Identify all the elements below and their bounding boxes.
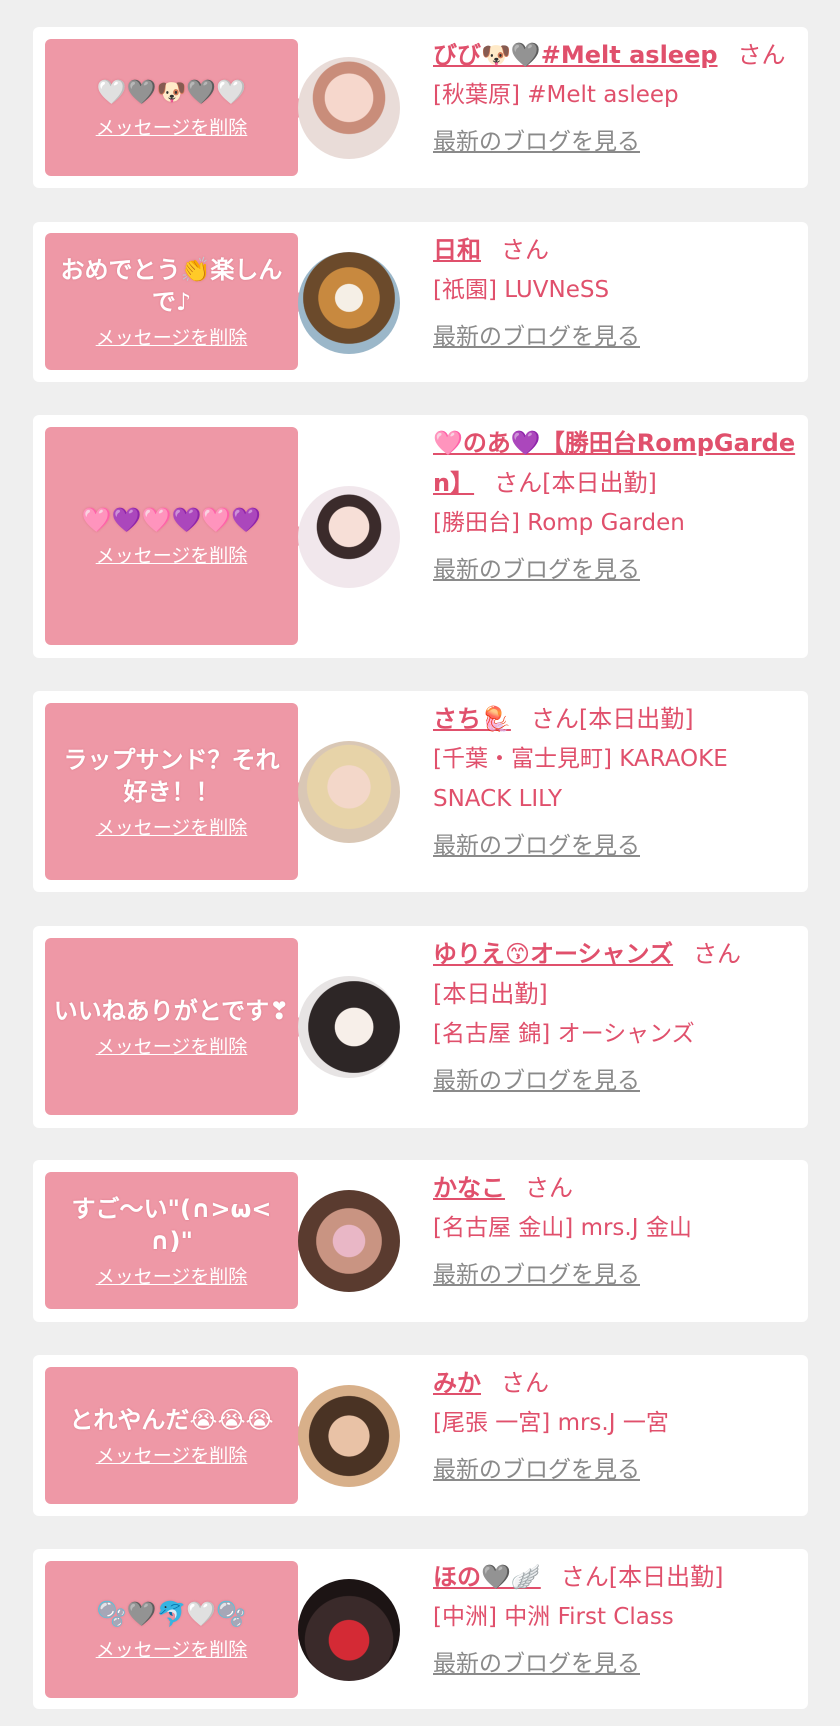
latest-blog-link[interactable]: 最新のブログを見る: [433, 829, 640, 863]
message-card: とれやんだ😭😭😭 メッセージを削除 みか さん [尾張 一宮] mrs.J 一宮 …: [33, 1355, 808, 1516]
message-bubble: 🩷💜🩷💜🩷💜 メッセージを削除: [45, 427, 308, 645]
profile-info: ほの🩶🪽 さん[本日出勤] [中洲] 中洲 First Class 最新のブログを…: [433, 1557, 808, 1681]
name-line: 🩷のあ💜【勝田台RompGarden】 さん[本日出勤]: [433, 423, 808, 503]
name-line: かなこ さん: [433, 1168, 808, 1208]
honorific: さん: [737, 41, 786, 69]
profile-info: さち🪼 さん[本日出勤] [千葉・富士見町] KARAOKE SNACK LILY…: [433, 699, 808, 863]
delete-message-link[interactable]: メッセージを削除: [96, 1265, 248, 1289]
delete-message-link[interactable]: メッセージを削除: [96, 816, 248, 840]
profile-info: ゆりえ😙オーシャンズ さん [本日出勤] [名古屋 錦] オーシャンズ 最新のブログ…: [433, 934, 808, 1098]
message-card: ラップサンド？それ好き！！ メッセージを削除 さち🪼 さん[本日出勤] [千葉・富…: [33, 691, 808, 892]
profile-info: みか さん [尾張 一宮] mrs.J 一宮 最新のブログを見る: [433, 1363, 808, 1487]
profile-info: 🩷のあ💜【勝田台RompGarden】 さん[本日出勤] [勝田台] Romp G…: [433, 423, 808, 587]
name-line: びび🐶🩶#Melt asleep さん: [433, 35, 808, 75]
message-text: 🫧🩶🐬🤍🫧: [96, 1599, 247, 1628]
avatar[interactable]: [298, 57, 400, 159]
message-bubble: とれやんだ😭😭😭 メッセージを削除: [45, 1367, 308, 1504]
message-bubble: 🤍🩶🐶🩶🤍 メッセージを削除: [45, 39, 308, 176]
message-text: すご〜い"(∩>ω<∩)": [71, 1194, 272, 1255]
profile-name-link[interactable]: ほの🩶🪽: [433, 1563, 541, 1591]
message-card: おめでとう👏楽しんで♪ メッセージを削除 日和 さん [祇園] LUVNeSS 最…: [33, 222, 808, 382]
profile-info: 日和 さん [祇園] LUVNeSS 最新のブログを見る: [433, 230, 808, 354]
message-text: ラップサンド？それ好き！！: [63, 745, 280, 806]
delete-message-link[interactable]: メッセージを削除: [96, 1035, 248, 1059]
status-text: [本日出勤]: [608, 1563, 724, 1591]
avatar[interactable]: [298, 976, 400, 1078]
delete-message-link[interactable]: メッセージを削除: [96, 116, 248, 140]
shop-name: [祇園] LUVNeSS: [433, 277, 610, 303]
honorific: さん: [501, 1369, 549, 1397]
latest-blog-link[interactable]: 最新のブログを見る: [433, 320, 640, 354]
shop-name: [名古屋 錦] オーシャンズ: [433, 1021, 695, 1047]
profile-name-link[interactable]: かなこ: [433, 1174, 505, 1202]
honorific: さん: [525, 1174, 573, 1202]
shop-name: [千葉・富士見町] KARAOKE SNACK LILY: [433, 746, 728, 812]
name-line: さち🪼 さん[本日出勤]: [433, 699, 808, 739]
profile-name-link[interactable]: さち🪼: [433, 705, 511, 733]
message-text: とれやんだ😭😭😭: [69, 1405, 274, 1434]
profile-name-link[interactable]: びび🐶🩶#Melt asleep: [433, 41, 718, 69]
profile-info: かなこ さん [名古屋 金山] mrs.J 金山 最新のブログを見る: [433, 1168, 808, 1292]
message-bubble: 🫧🩶🐬🤍🫧 メッセージを削除: [45, 1561, 308, 1698]
status-text: [本日出勤]: [542, 469, 657, 497]
profile-name-link[interactable]: ゆりえ😙オーシャンズ: [433, 940, 673, 968]
status-text: [本日出勤]: [433, 980, 548, 1008]
avatar[interactable]: [298, 1579, 400, 1681]
latest-blog-link[interactable]: 最新のブログを見る: [433, 1258, 640, 1292]
honorific: さん: [560, 1563, 609, 1591]
shop-name: [秋葉原] #Melt asleep: [433, 82, 679, 108]
name-line: 日和 さん: [433, 230, 808, 270]
latest-blog-link[interactable]: 最新のブログを見る: [433, 1647, 640, 1681]
name-line: みか さん: [433, 1363, 808, 1403]
shop-name: [中洲] 中洲 First Class: [433, 1604, 674, 1630]
message-text: 🩷💜🩷💜🩷💜: [81, 506, 262, 534]
message-card: いいねありがとです❣ メッセージを削除 ゆりえ😙オーシャンズ さん [本日出勤] […: [33, 926, 808, 1128]
delete-message-link[interactable]: メッセージを削除: [96, 1638, 248, 1662]
honorific: さん: [501, 236, 549, 264]
delete-message-link[interactable]: メッセージを削除: [96, 1444, 248, 1468]
honorific: さん: [530, 705, 579, 733]
latest-blog-link[interactable]: 最新のブログを見る: [433, 1453, 640, 1487]
message-bubble: ラップサンド？それ好き！！ メッセージを削除: [45, 703, 308, 880]
name-line: ほの🩶🪽 さん[本日出勤]: [433, 1557, 808, 1597]
message-bubble: すご〜い"(∩>ω<∩)" メッセージを削除: [45, 1172, 308, 1309]
message-card: 🫧🩶🐬🤍🫧 メッセージを削除 ほの🩶🪽 さん[本日出勤] [中洲] 中洲 Firs…: [33, 1549, 808, 1709]
latest-blog-link[interactable]: 最新のブログを見る: [433, 1064, 640, 1098]
message-text: 🤍🩶🐶🩶🤍: [96, 77, 247, 106]
message-bubble: おめでとう👏楽しんで♪ メッセージを削除: [45, 233, 308, 370]
avatar[interactable]: [298, 252, 400, 354]
avatar[interactable]: [298, 486, 400, 588]
message-list: 🤍🩶🐶🩶🤍 メッセージを削除 びび🐶🩶#Melt asleep さん [秋葉原] …: [0, 0, 840, 1726]
message-bubble: いいねありがとです❣ メッセージを削除: [45, 938, 308, 1115]
profile-info: びび🐶🩶#Melt asleep さん [秋葉原] #Melt asleep 最新…: [433, 35, 808, 159]
avatar[interactable]: [298, 741, 400, 843]
message-card: 🤍🩶🐶🩶🤍 メッセージを削除 びび🐶🩶#Melt asleep さん [秋葉原] …: [33, 27, 808, 188]
delete-message-link[interactable]: メッセージを削除: [96, 544, 248, 568]
avatar[interactable]: [298, 1190, 400, 1292]
honorific: さん: [494, 469, 543, 497]
latest-blog-link[interactable]: 最新のブログを見る: [433, 125, 640, 159]
message-text: おめでとう👏楽しんで♪: [60, 255, 283, 316]
profile-name-link[interactable]: みか: [433, 1369, 481, 1397]
latest-blog-link[interactable]: 最新のブログを見る: [433, 553, 640, 587]
shop-name: [名古屋 金山] mrs.J 金山: [433, 1215, 692, 1241]
honorific: さん: [693, 940, 742, 968]
message-card: 🩷💜🩷💜🩷💜 メッセージを削除 🩷のあ💜【勝田台RompGarden】 さん[本日…: [33, 415, 808, 658]
message-card: すご〜い"(∩>ω<∩)" メッセージを削除 かなこ さん [名古屋 金山] mr…: [33, 1160, 808, 1322]
shop-name: [尾張 一宮] mrs.J 一宮: [433, 1410, 669, 1436]
status-text: [本日出勤]: [578, 705, 694, 733]
delete-message-link[interactable]: メッセージを削除: [96, 326, 248, 350]
name-line: ゆりえ😙オーシャンズ さん [本日出勤]: [433, 934, 808, 1014]
avatar[interactable]: [298, 1385, 400, 1487]
message-text: いいねありがとです❣: [53, 996, 290, 1025]
shop-name: [勝田台] Romp Garden: [433, 510, 685, 536]
profile-name-link[interactable]: 日和: [433, 236, 481, 264]
